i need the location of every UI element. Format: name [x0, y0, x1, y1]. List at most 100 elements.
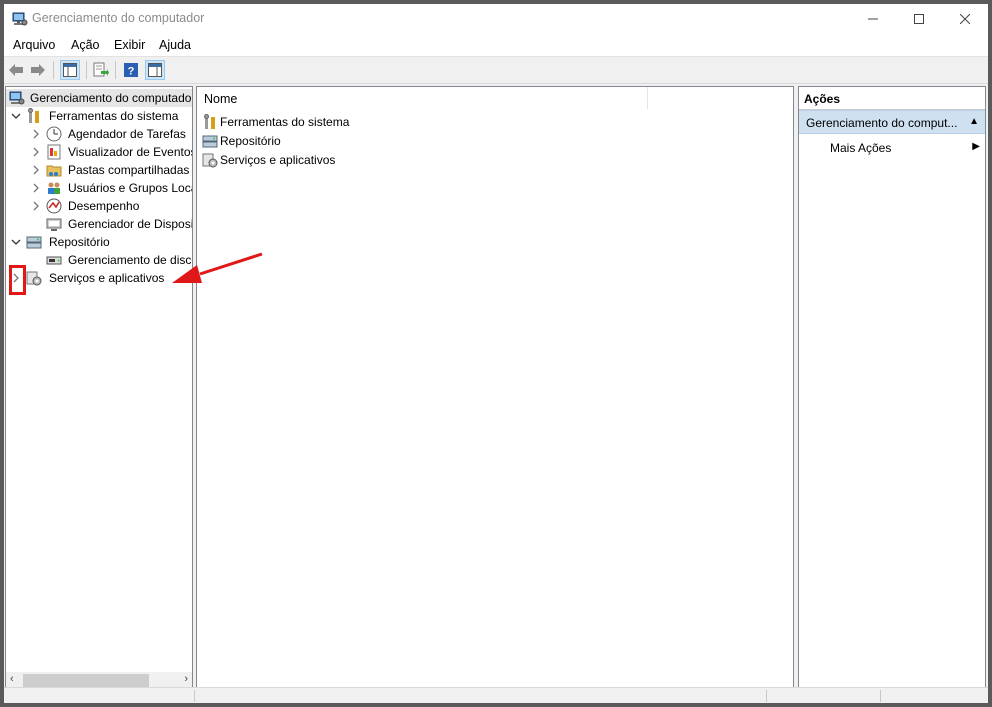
show-hide-action-pane-button[interactable] [145, 60, 165, 80]
tree-item[interactable]: Pastas compartilhadas [6, 161, 192, 179]
tools-icon [204, 114, 215, 129]
actions-pane: Ações Gerenciamento do comput... ▲ Mais … [798, 86, 986, 690]
tree-item[interactable]: Gerenciador de Disposit [6, 215, 192, 233]
window: Gerenciamento do computador Arquivo Ação… [4, 4, 988, 703]
window-title: Gerenciamento do computador [32, 11, 205, 25]
users-icon [48, 182, 60, 194]
tools-icon [28, 108, 39, 123]
services-icon [202, 153, 218, 168]
menu-ajuda[interactable]: Ajuda [159, 38, 191, 52]
tree-item[interactable]: Serviços e aplicativos [6, 269, 192, 287]
menu-arquivo[interactable]: Arquivo [13, 38, 55, 52]
tree-item[interactable]: Agendador de Tarefas [6, 125, 192, 143]
actions-section-label: Gerenciamento do comput... [806, 116, 958, 130]
tree-item-label: Ferramentas do sistema [49, 109, 179, 123]
scroll-right-icon[interactable]: › [184, 673, 188, 685]
disk-icon [46, 256, 62, 265]
storage-icon [26, 236, 42, 249]
status-divider [880, 690, 881, 702]
status-divider [766, 690, 767, 702]
forward-arrow-icon [31, 64, 45, 76]
performance-icon [46, 198, 62, 214]
more-actions-label: Mais Ações [830, 141, 892, 155]
back-arrow-icon [9, 64, 23, 76]
tree-item-label: Repositório [49, 235, 110, 249]
list-item-label: Serviços e aplicativos [220, 153, 336, 167]
column-header[interactable]: Nome [197, 87, 793, 110]
export-list-button[interactable] [91, 60, 111, 80]
list-item-label: Ferramentas do sistema [220, 115, 350, 129]
toolbar-separator [86, 61, 87, 79]
title-bar: Gerenciamento do computador [4, 4, 988, 34]
chevron-right-icon[interactable] [30, 162, 42, 178]
maximize-icon [914, 14, 924, 24]
close-button[interactable] [942, 4, 988, 34]
minimize-button[interactable] [850, 4, 896, 34]
console-tree-icon [63, 63, 77, 77]
list-item-label: Repositório [220, 134, 281, 148]
scrollbar-thumb[interactable] [23, 674, 149, 687]
toolbar-separator [53, 61, 54, 79]
status-bar [4, 687, 988, 703]
tree-item[interactable]: Desempenho [6, 197, 192, 215]
more-actions-item[interactable]: Mais Ações ▶ [830, 139, 980, 157]
list-item[interactable]: Ferramentas do sistema [202, 113, 602, 131]
tree-item[interactable]: Gerenciamento de disco [6, 251, 192, 269]
back-button[interactable] [6, 60, 26, 80]
tree-item-label: Gerenciamento de disco [68, 253, 193, 267]
tree-item-label: Serviços e aplicativos [49, 271, 165, 285]
console-tree: Gerenciamento do computador Ferramentas … [5, 86, 193, 690]
svg-text:?: ? [128, 66, 135, 78]
tree-item[interactable]: Usuários e Grupos Loca [6, 179, 192, 197]
tree-item[interactable]: Repositório [6, 233, 192, 251]
minimize-icon [868, 18, 878, 20]
list-item[interactable]: Repositório [202, 132, 602, 150]
tree-item-label: Pastas compartilhadas [68, 163, 190, 177]
shared-folder-icon [46, 165, 62, 177]
status-divider [194, 690, 195, 702]
actions-section-computer-management[interactable]: Gerenciamento do comput... ▲ [799, 110, 985, 134]
tree-item[interactable]: Visualizador de Eventos [6, 143, 192, 161]
tree-item-label: Gerenciamento do computador [30, 91, 193, 105]
column-divider[interactable] [647, 87, 648, 109]
help-icon: ? [124, 63, 138, 78]
tree-item-label: Visualizador de Eventos [68, 145, 193, 159]
menu-exibir[interactable]: Exibir [114, 38, 145, 52]
scroll-left-icon[interactable]: ‹ [10, 673, 14, 685]
toolbar-separator [115, 61, 116, 79]
collapse-up-icon[interactable]: ▲ [969, 116, 979, 127]
services-icon [26, 271, 42, 286]
computer-management-icon [12, 12, 28, 26]
actions-header: Ações [799, 87, 985, 110]
export-list-icon [93, 62, 109, 77]
list-item[interactable]: Serviços e aplicativos [202, 151, 602, 169]
help-button[interactable]: ? [121, 60, 141, 80]
forward-button[interactable] [28, 60, 48, 80]
menu-acao[interactable]: Ação [71, 38, 100, 52]
tree-item-label: Desempenho [68, 199, 140, 213]
expander-highlight-box [9, 265, 26, 295]
chevron-down-icon[interactable] [10, 234, 22, 250]
maximize-button[interactable] [896, 4, 942, 34]
chevron-right-icon[interactable] [30, 198, 42, 214]
tree-item-label: Usuários e Grupos Loca [68, 181, 193, 195]
device-manager-icon [46, 218, 62, 231]
menu-bar: Arquivo Ação Exibir Ajuda [4, 34, 988, 57]
tree-item-root[interactable]: Gerenciamento do computador [6, 89, 192, 107]
toolbar: ? [4, 57, 988, 84]
action-pane-icon [148, 63, 162, 77]
chevron-down-icon[interactable] [10, 108, 22, 124]
storage-icon [202, 135, 218, 148]
results-pane: Nome Ferramentas do sistema Repositório Se… [196, 86, 794, 690]
chevron-right-icon[interactable] [30, 144, 42, 160]
close-icon [960, 14, 970, 24]
column-nome[interactable]: Nome [204, 92, 237, 106]
actions-title: Ações [804, 92, 841, 106]
chevron-right-icon[interactable] [30, 126, 42, 142]
submenu-arrow-icon: ▶ [972, 141, 980, 152]
computer-management-icon [9, 91, 25, 105]
show-hide-console-tree-button[interactable] [60, 60, 80, 80]
event-viewer-icon [47, 144, 61, 160]
chevron-right-icon[interactable] [30, 180, 42, 196]
tree-item[interactable]: Ferramentas do sistema [6, 107, 192, 125]
